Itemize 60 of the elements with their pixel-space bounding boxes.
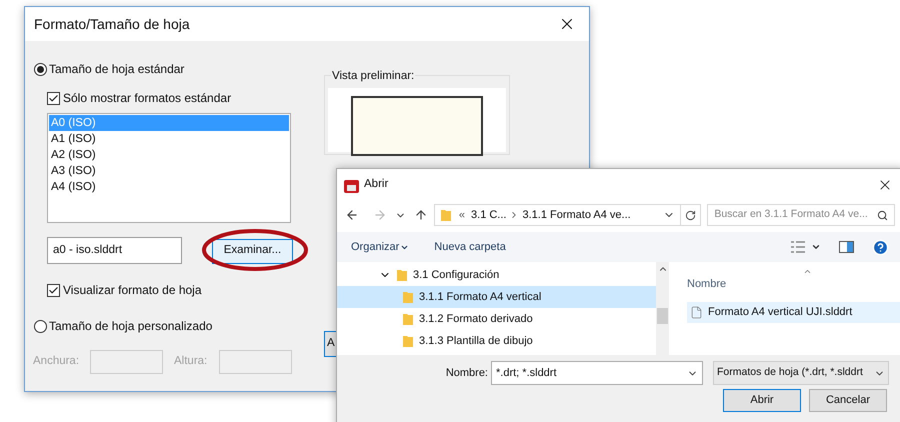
folder-name: 3.1.3 Plantilla de dibujo [419, 334, 533, 349]
file-name: Formato A4 vertical UJI.slddrt [708, 304, 852, 320]
breadcrumb-item[interactable]: 3.1.1 Formato A4 ve... [522, 206, 631, 224]
preview-pane-icon[interactable] [839, 241, 854, 253]
radio-button[interactable] [34, 62, 47, 76]
checkbox[interactable] [47, 92, 60, 104]
file-type-dropdown[interactable]: Formatos de hoja (*.drt, *.slddrt [713, 361, 889, 385]
folder-icon [440, 209, 451, 221]
help-icon[interactable] [872, 238, 889, 256]
folder-tree-item[interactable]: 3.1 Configuración [337, 264, 656, 286]
file-name-label: Nombre: [446, 366, 488, 381]
view-options-icon[interactable] [791, 241, 805, 253]
app-logo-icon [344, 178, 359, 192]
dropdown-icon[interactable] [811, 242, 821, 252]
folder-icon [403, 335, 413, 347]
dialog-button[interactable]: Cancelar [809, 389, 887, 412]
scrollbar[interactable] [656, 262, 669, 355]
folder-tree-item[interactable]: 3.1.2 Formato derivado [337, 308, 656, 330]
search-placeholder: Buscar en 3.1.1 Formato A4 ve... [714, 207, 868, 222]
height-label: Altura: [174, 354, 208, 370]
file-row[interactable]: Formato A4 vertical UJI.slddrt [687, 302, 900, 322]
window-title: Abrir [364, 177, 388, 192]
radio-button[interactable] [34, 320, 47, 332]
radio-label: Tamaño de hoja personalizado [49, 318, 212, 335]
column-header[interactable]: Nombre [687, 276, 726, 292]
window-title: Formato/Tamaño de hoja [34, 14, 190, 34]
folder-name: 3.1.2 Formato derivado [419, 312, 533, 327]
scrollbar-thumb[interactable] [657, 308, 668, 324]
breadcrumb-overflow[interactable]: « [458, 206, 466, 224]
organize-menu[interactable]: Organizar [351, 238, 410, 256]
sheet-size-item[interactable]: A3 (ISO) [49, 163, 289, 179]
sheet-size-item[interactable]: A4 (ISO) [49, 179, 289, 195]
folder-name: 3.1 Configuración [413, 268, 500, 283]
folder-icon [397, 269, 407, 281]
address-bar[interactable]: « 3.1 C... 3.1.1 Formato A4 ve... [434, 204, 702, 226]
back-icon[interactable] [345, 208, 359, 222]
sheet-size-item[interactable]: A1 (ISO) [49, 131, 289, 147]
breadcrumb-item[interactable]: 3.1 C... [471, 206, 506, 224]
refresh-icon [685, 210, 696, 220]
search-icon [876, 210, 888, 220]
file-icon [690, 306, 703, 318]
checkbox-label: Visualizar formato de hoja [63, 282, 202, 299]
checkbox[interactable] [47, 284, 60, 296]
up-folder-icon[interactable] [414, 208, 428, 222]
folder-icon [403, 291, 413, 303]
new-folder-button[interactable]: Nueva carpeta [434, 238, 506, 256]
folder-icon [403, 313, 413, 325]
width-label: Anchura: [33, 354, 80, 370]
dialog-button[interactable]: Abrir [723, 389, 801, 412]
folder-name: 3.1.1 Formato A4 vertical [419, 290, 542, 305]
sheet-size-item[interactable]: A2 (ISO) [49, 147, 289, 163]
browse-button[interactable]: Examinar... [212, 238, 293, 264]
sort-icon [803, 267, 812, 276]
folder-tree-item[interactable]: 3.1.3 Plantilla de dibujo [337, 330, 656, 352]
radio-label: Tamaño de hoja estándar [49, 61, 184, 78]
file-name-field[interactable]: a0 - iso.slddrt [47, 237, 182, 264]
file-name-combo[interactable]: *.drt; *.slddrt [491, 361, 703, 385]
search-field[interactable]: Buscar en 3.1.1 Formato A4 ve... [707, 204, 895, 226]
checkbox-label: Sólo mostrar formatos estándar [63, 90, 232, 107]
folder-tree-item[interactable]: 3.1.1 Formato A4 vertical [337, 286, 656, 308]
